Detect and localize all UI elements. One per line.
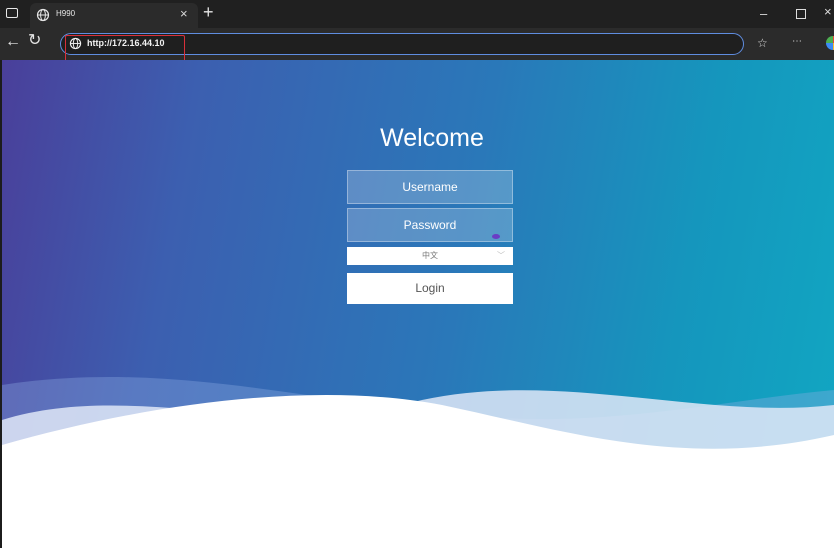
maximize-button[interactable] xyxy=(796,9,806,19)
favorites-icon[interactable]: ☆ xyxy=(757,36,768,50)
new-tab-button[interactable]: + xyxy=(203,3,214,21)
menu-icon[interactable]: ⋯ xyxy=(792,36,803,47)
language-select[interactable]: 中文 ﹀ xyxy=(347,247,513,265)
refresh-icon[interactable]: ↻ xyxy=(28,33,41,49)
url-highlight-box xyxy=(65,35,185,63)
tab-actions-icon[interactable] xyxy=(6,8,18,18)
login-button[interactable]: Login xyxy=(347,273,513,304)
welcome-heading: Welcome xyxy=(380,124,484,152)
back-icon[interactable]: ← xyxy=(5,34,21,50)
minimize-button[interactable]: – xyxy=(760,6,767,21)
language-selected: 中文 xyxy=(422,251,438,260)
chevron-down-icon: ﹀ xyxy=(497,251,505,260)
username-input[interactable]: Username xyxy=(347,170,513,204)
tab-close-icon[interactable]: × xyxy=(180,7,188,21)
browser-tab[interactable]: H990 × xyxy=(30,3,198,28)
wave-decoration xyxy=(2,376,834,548)
title-bar: H990 × + – × xyxy=(0,0,834,28)
close-window-button[interactable]: × xyxy=(824,4,832,19)
password-input[interactable]: Password xyxy=(347,208,513,242)
page-content: Welcome Username Password 中文 ﹀ Login xyxy=(2,60,834,548)
globe-icon xyxy=(36,8,50,22)
eye-icon[interactable] xyxy=(492,234,500,239)
profile-icon[interactable] xyxy=(826,36,834,50)
tab-title: H990 xyxy=(56,9,76,18)
